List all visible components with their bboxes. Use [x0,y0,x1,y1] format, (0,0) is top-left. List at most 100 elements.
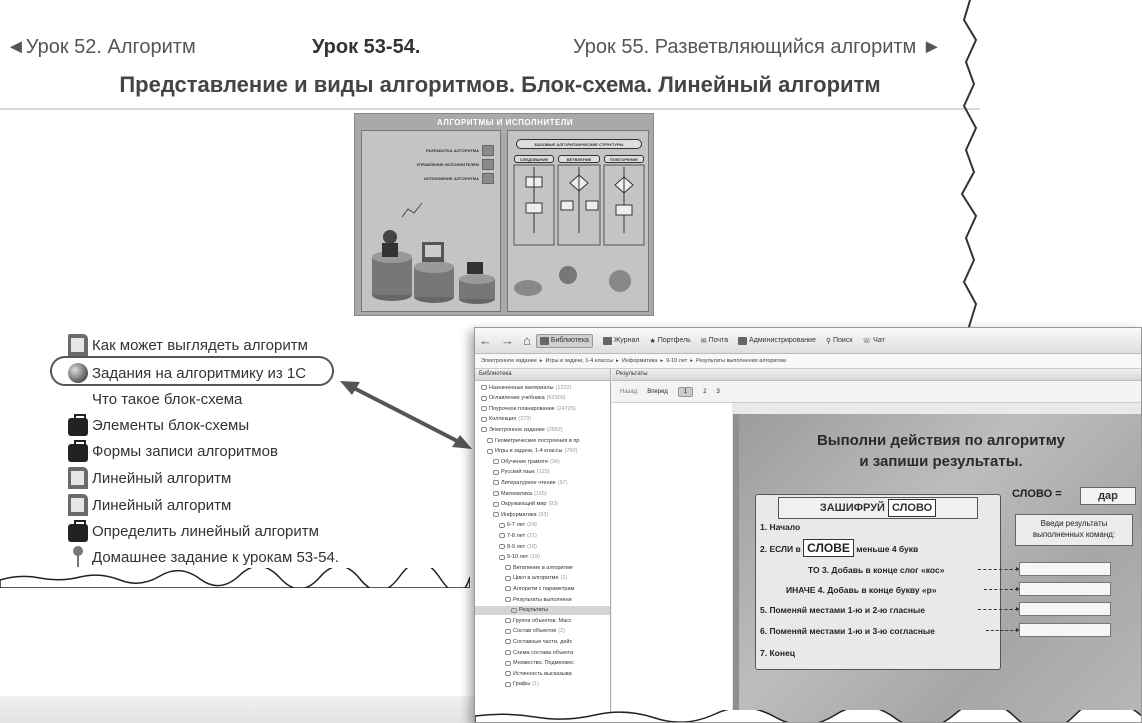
globe-icon [68,363,88,383]
tree-item[interactable]: Множество. Подмножес [475,659,574,668]
forward-arrow-icon[interactable]: → [501,333,514,348]
breadcrumb-item[interactable]: Результаты выполнения алгоритма [696,358,786,364]
folder-icon [487,448,493,454]
tree-item[interactable]: Цикл в алгоритме (1) [475,574,567,583]
tree-item[interactable]: Русский язык (125) [475,468,550,477]
answer-field-1[interactable] [1019,562,1111,576]
breadcrumb-item[interactable]: Игры и задачи, 1-4 классы [546,358,614,364]
lesson-item-label: Домашнее задание к урокам 53-54. [92,548,339,566]
search-icon: ⚲ [825,337,831,345]
tree-item-count: (97) [557,479,568,486]
header-divider [0,108,980,110]
toolbar-mail[interactable]: ✉ Почта [701,337,728,345]
dashed-arrow [978,607,1020,611]
folder-icon [493,459,499,465]
tree-item-label: Схема состава объекта [513,649,574,656]
breadcrumb-item[interactable]: 9-10 лет [666,358,687,364]
folder-icon [499,554,505,560]
pager-page[interactable]: 1 [677,386,694,397]
tree-item-label: Графы [513,681,531,688]
tree-item[interactable]: 6-7 лет (24) [475,521,537,530]
answer-field-2[interactable] [1019,582,1111,596]
folder-icon [505,639,511,645]
tree-item[interactable]: Результаты [475,605,610,615]
lesson-item[interactable]: Что такое блок-схема [68,386,242,412]
tree-item-count: (34) [550,458,560,465]
tree-item[interactable]: Истинность высказыва [475,669,572,678]
toolbar-chat[interactable]: ☏ Чат [862,337,884,345]
lesson-item[interactable]: Формы записи алгоритмов [68,438,278,464]
torn-edge-right [960,0,978,330]
toolbar-search[interactable]: ⚲ Поиск [826,337,853,345]
answer-field-4[interactable] [1019,623,1111,637]
tree-item[interactable]: Геометрические построения в пр [475,436,579,445]
results-canvas [612,403,732,722]
back-arrow-icon[interactable]: ← [479,333,492,348]
lesson-item[interactable]: Как может выглядеть алгоритм [68,332,308,358]
tree-item[interactable]: Графы (1) [475,680,539,689]
lesson-item[interactable]: Элементы блок-схемы [68,412,249,438]
lesson-item-highlighted[interactable]: Задания на алгоритмику из 1С [68,360,306,386]
home-icon[interactable]: ⌂ [523,333,531,348]
exercise-board: Выполни действия по алгоритму и запиши р… [733,414,1141,722]
algorithm-step: 6. Поменяй местами 1-ю и 3-ю согласные [760,626,935,636]
tree-item[interactable]: 7-8 лет (21) [475,531,537,540]
tree-item-count: (165) [534,490,547,497]
toolbar-library[interactable]: Библиотека [535,333,593,348]
lesson-item[interactable]: Линейный алгоритм [68,465,231,491]
chevron-right-icon: ▸ [690,358,694,364]
poster-item: ИСПОЛНЕНИЕ АЛГОРИТМА [424,173,494,184]
book-icon [68,334,88,356]
tree-item[interactable]: Ветвление в алгоритме [475,563,573,572]
toolbar-portfolio[interactable]: ★ Портфель [649,337,690,345]
tree-item[interactable]: Оглавление учебника (62900) [475,394,566,403]
poster-right-panel: БАЗОВЫЕ АЛГОРИТМИЧЕСКИЕ СТРУКТУРЫ СЛЕДОВ… [507,130,649,312]
prev-lesson-link[interactable]: ◄Урок 52. Алгоритм [6,36,196,59]
next-lesson-link[interactable]: Урок 55. Разветвляющийся алгоритм ► [573,36,942,59]
executor-illustration [372,202,495,304]
tree-item[interactable]: Схема состава объекта [475,648,573,657]
tree-item[interactable]: Коллекция (373) [475,415,531,424]
pager-back-button[interactable]: Назад [620,389,637,395]
toolbar-journal[interactable]: Журнал [602,336,640,345]
tree-item[interactable]: Электронное издание (2652) [475,425,563,434]
tree-item[interactable]: Обучение грамоте (34) [475,457,560,466]
pager-forward-button[interactable]: Вперед [647,389,668,395]
tree-title: Библиотека [475,369,610,381]
tree-item[interactable]: Составные части, дейс [475,637,572,646]
tree-item[interactable]: Результаты выполнени [475,595,572,604]
dashed-arrow [986,628,1020,632]
tree-item[interactable]: Назначенные материалы (1222) [475,383,572,392]
toolbar-admin[interactable]: Администрирование [738,336,816,345]
lesson-item[interactable]: Определить линейный алгоритм [68,518,319,544]
lesson-item[interactable]: Домашнее задание к урокам 53-54. [68,544,339,570]
tree-item[interactable]: Группа объектов. Масс [475,616,572,625]
pager-page[interactable]: 2 [703,389,706,395]
tree-item[interactable]: Игры и задачи, 1-4 классы (760) [475,447,577,456]
tree-item[interactable]: Математика (165) [475,489,547,498]
results-label: Введи результаты выполненных команд: [1015,514,1133,546]
tree-item[interactable]: Алгоритм с параметрам [475,584,574,593]
tree-item[interactable]: Окружающий мир (93) [475,500,558,509]
breadcrumb-item[interactable]: Электронное издание [481,358,537,364]
tree-item[interactable]: Литературное чтение (97) [475,478,568,487]
step-text: 2. ЕСЛИ в [760,544,801,554]
pager: Назад Вперед 1 2 3 [612,381,1141,403]
lesson-item[interactable]: Линейный алгоритм [68,492,231,518]
pin-icon [68,546,88,568]
pager-page[interactable]: 3 [717,389,720,395]
tree-item[interactable]: 9-10 лет (19) [475,553,540,562]
answer-field-3[interactable] [1019,602,1111,616]
toolbar-label: Журнал [613,337,640,344]
library-tree: Библиотека Назначенные материалы (1222) Ог… [475,369,611,722]
exercise-title: Выполни действия по алгоритму и запиши р… [739,430,1141,472]
poster-item: УПРАВЛЕНИЕ ИСПОЛНИТЕЛЕМ [416,159,494,170]
tree-item[interactable]: 8-9 лет (18) [475,542,537,551]
breadcrumb-item[interactable]: Информатика [622,358,658,364]
poster-square-icon [482,173,494,184]
tree-item-count: (1) [532,681,539,688]
algorithms-poster[interactable]: АЛГОРИТМЫ И ИСПОЛНИТЕЛИ РАЗРАБОТКА АЛГОР… [354,113,654,316]
tree-item[interactable]: Информатика (93) [475,510,548,519]
tree-item[interactable]: Состав объектов (2) [475,627,565,636]
tree-item[interactable]: Поурочное планирование (24725) [475,404,576,413]
